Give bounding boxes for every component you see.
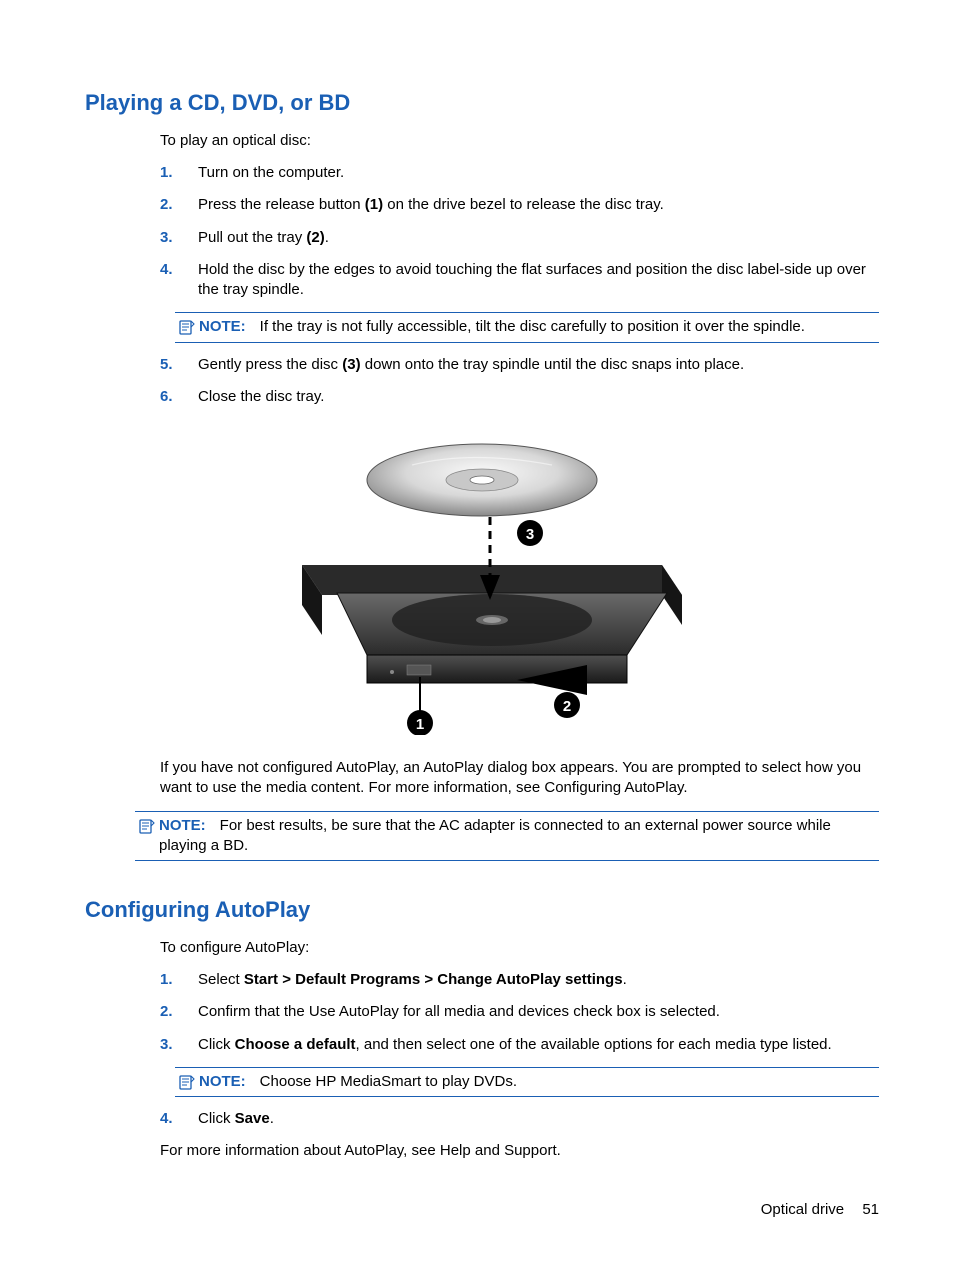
list-number: 1. — [160, 163, 198, 183]
section1-list-cont: 5. Gently press the disc (3) down onto t… — [160, 355, 879, 408]
list-text: Select Start > Default Programs > Change… — [198, 970, 879, 990]
section1-list: 1. Turn on the computer. 2. Press the re… — [160, 163, 879, 300]
note-icon — [135, 816, 159, 857]
list-item: 3. Click Choose a default, and then sele… — [160, 1035, 879, 1055]
section1-intro: To play an optical disc: — [160, 132, 879, 149]
list-number: 1. — [160, 970, 198, 990]
list-text: Gently press the disc (3) down onto the … — [198, 355, 879, 375]
section1-after-para: If you have not configured AutoPlay, an … — [160, 758, 879, 799]
note-icon — [175, 1072, 199, 1092]
section1-heading: Playing a CD, DVD, or BD — [85, 90, 879, 116]
list-text: Click Save. — [198, 1109, 879, 1129]
note-box: NOTE:If the tray is not fully accessible… — [175, 312, 879, 342]
list-text: Close the disc tray. — [198, 387, 879, 407]
optical-drive-illustration: 3 2 1 — [85, 425, 879, 740]
note-box: NOTE:Choose HP MediaSmart to play DVDs. — [175, 1067, 879, 1097]
list-item: 5. Gently press the disc (3) down onto t… — [160, 355, 879, 375]
list-number: 3. — [160, 1035, 198, 1055]
list-number: 4. — [160, 1109, 198, 1129]
list-item: 2. Press the release button (1) on the d… — [160, 195, 879, 215]
note-text: NOTE:If the tray is not fully accessible… — [199, 317, 879, 337]
list-item: 3. Pull out the tray (2). — [160, 228, 879, 248]
list-text: Click Choose a default, and then select … — [198, 1035, 879, 1055]
list-number: 4. — [160, 260, 198, 301]
list-item: 1. Turn on the computer. — [160, 163, 879, 183]
list-text: Hold the disc by the edges to avoid touc… — [198, 260, 879, 301]
list-item: 6. Close the disc tray. — [160, 387, 879, 407]
svg-text:2: 2 — [563, 698, 571, 715]
section2-after-para: For more information about AutoPlay, see… — [160, 1141, 879, 1161]
list-item: 4. Click Save. — [160, 1109, 879, 1129]
note-text: NOTE:For best results, be sure that the … — [159, 816, 879, 857]
svg-text:3: 3 — [526, 526, 534, 543]
list-text: Pull out the tray (2). — [198, 228, 879, 248]
svg-text:1: 1 — [416, 716, 424, 733]
list-item: 2. Confirm that the Use AutoPlay for all… — [160, 1002, 879, 1022]
section2-list: 1. Select Start > Default Programs > Cha… — [160, 970, 879, 1055]
note-text: NOTE:Choose HP MediaSmart to play DVDs. — [199, 1072, 879, 1092]
list-text: Press the release button (1) on the driv… — [198, 195, 879, 215]
list-number: 5. — [160, 355, 198, 375]
list-number: 2. — [160, 195, 198, 215]
section2-heading: Configuring AutoPlay — [85, 897, 879, 923]
section2-list-cont: 4. Click Save. — [160, 1109, 879, 1129]
list-text: Confirm that the Use AutoPlay for all me… — [198, 1002, 879, 1022]
list-number: 6. — [160, 387, 198, 407]
footer-section: Optical drive — [761, 1201, 844, 1218]
list-number: 3. — [160, 228, 198, 248]
section2-intro: To configure AutoPlay: — [160, 939, 879, 956]
list-text: Turn on the computer. — [198, 163, 879, 183]
list-item: 1. Select Start > Default Programs > Cha… — [160, 970, 879, 990]
note-box: NOTE:For best results, be sure that the … — [135, 811, 879, 862]
note-icon — [175, 317, 199, 337]
list-number: 2. — [160, 1002, 198, 1022]
footer-page-number: 51 — [862, 1201, 879, 1218]
list-item: 4. Hold the disc by the edges to avoid t… — [160, 260, 879, 301]
page-footer: Optical drive 51 — [761, 1201, 879, 1218]
